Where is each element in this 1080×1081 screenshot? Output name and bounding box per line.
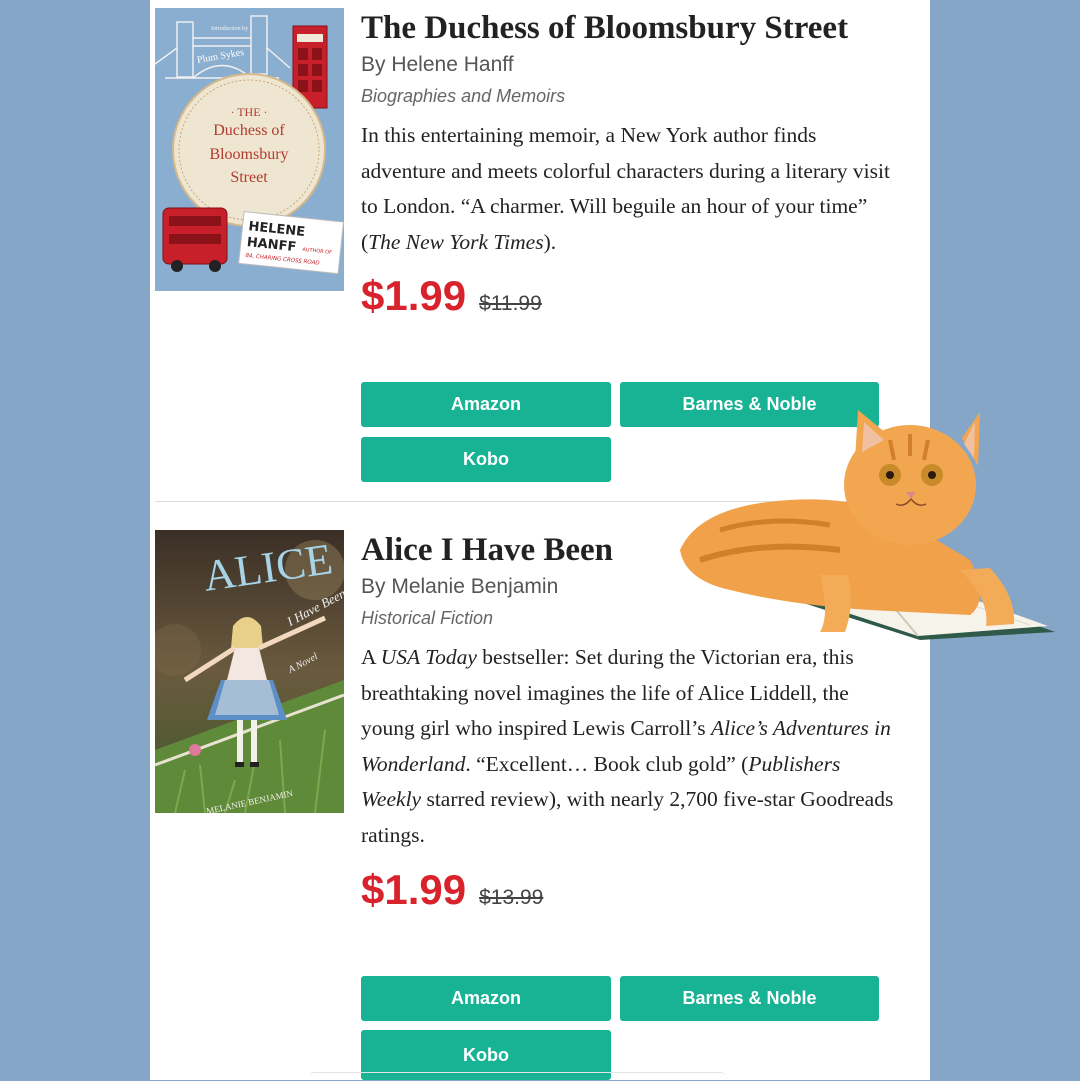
sale-price: $1.99: [361, 865, 467, 913]
book-description: In this entertaining memoir, a New York …: [361, 118, 901, 260]
cover-intro: Introduction by: [211, 26, 248, 32]
kobo-button[interactable]: Kobo: [361, 437, 611, 482]
desc-italic: The New York Times: [368, 229, 544, 254]
book-genre: Biographies and Memoirs: [361, 86, 566, 106]
cat-on-book-illustration: [680, 410, 1055, 640]
barnes-noble-button[interactable]: Barnes & Noble: [620, 976, 879, 1021]
original-price: $13.99: [479, 885, 544, 909]
alice-cover-art: ALICE I Have Been A Novel MELANIE BENJAM…: [155, 530, 344, 813]
price-row: $1.99 $13.99: [361, 866, 901, 914]
book-description: A USA Today bestseller: Set during the V…: [361, 640, 901, 854]
book-title[interactable]: The Duchess of Bloomsbury Street: [361, 8, 901, 48]
original-price: $11.99: [479, 292, 542, 316]
book-cover[interactable]: ALICE I Have Been A Novel MELANIE BENJAM…: [155, 530, 344, 813]
amazon-button[interactable]: Amazon: [361, 382, 611, 427]
amazon-button[interactable]: Amazon: [361, 976, 611, 1021]
price-row: $1.99 $11.99: [361, 272, 901, 320]
cover-title-4: Street: [230, 169, 268, 186]
book-author: By Helene Hanff: [361, 53, 514, 76]
sale-price: $1.99: [361, 272, 467, 320]
book-info: The Duchess of Bloomsbury Street By Hele…: [361, 8, 901, 320]
desc-text: . “Excellent… Book club gold” (: [465, 751, 749, 776]
desc-italic: USA Today: [380, 645, 477, 669]
duchess-cover-art: Introduction by Plum Sykes · THE · Duche…: [155, 8, 344, 291]
book-cover[interactable]: Introduction by Plum Sykes · THE · Duche…: [155, 8, 344, 291]
cover-title-2: Duchess of: [213, 122, 285, 139]
desc-text: starred review), with nearly 2,700 five-…: [361, 787, 894, 847]
cover-title-3: Bloomsbury: [209, 146, 288, 163]
desc-text: A: [361, 645, 381, 669]
desc-text: ).: [543, 229, 557, 254]
cover-title-1: · THE ·: [230, 105, 267, 119]
